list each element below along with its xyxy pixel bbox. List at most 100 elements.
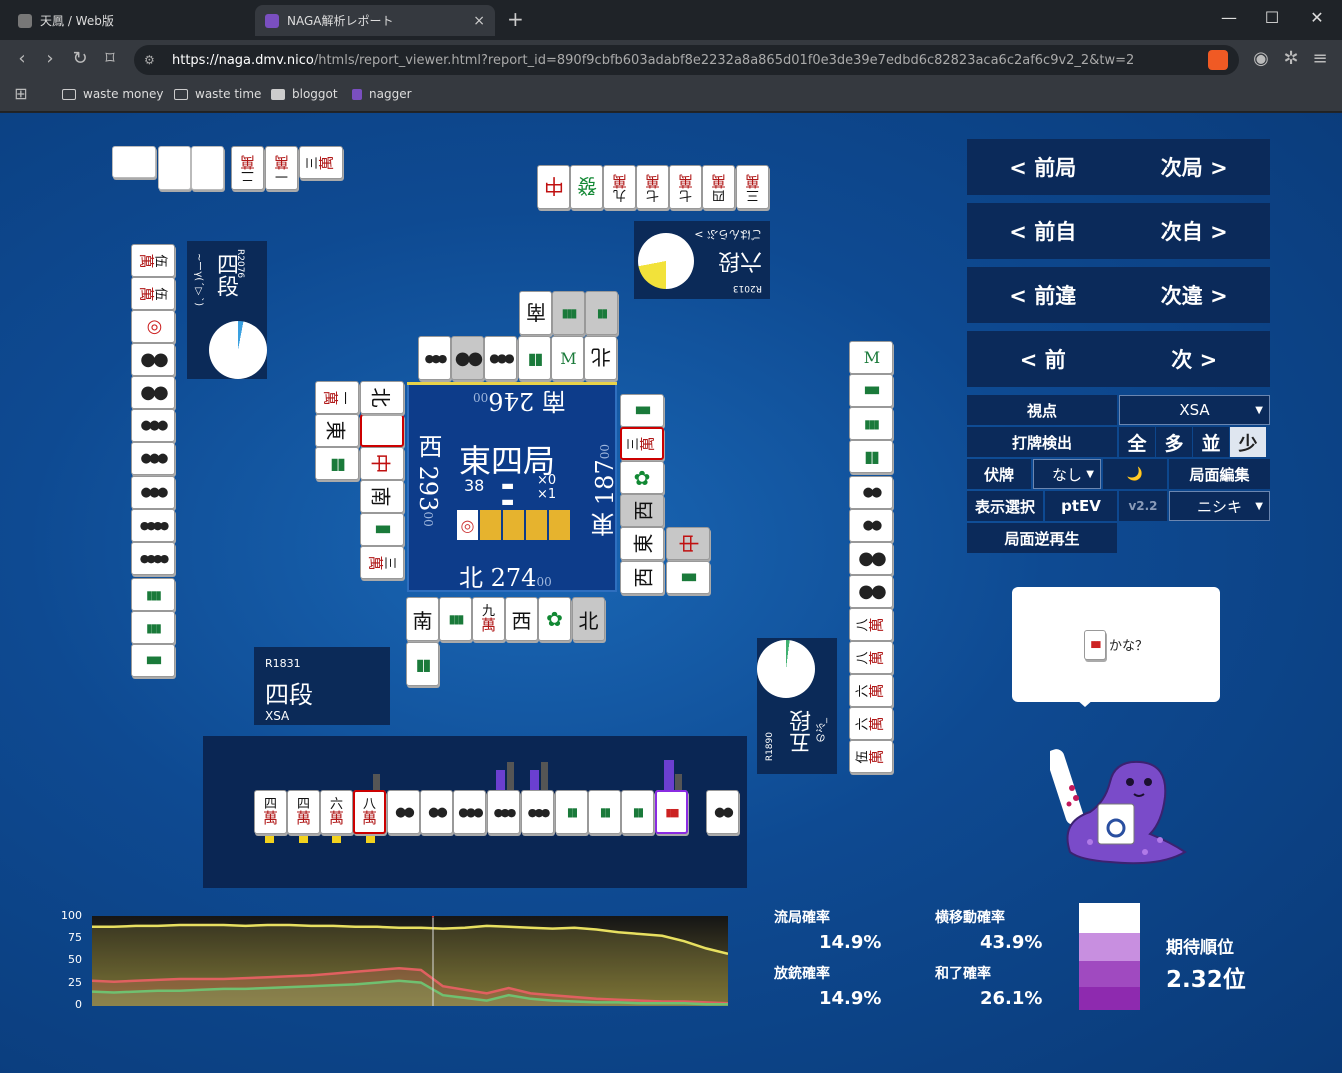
ryukyoku-label: 流局確率 (774, 910, 830, 926)
tab-tenhou[interactable]: 天鳳 / Web版 (8, 5, 248, 36)
bookmark-bloggot[interactable]: bloggot (271, 87, 338, 101)
chevron-down-icon: ▼ (1086, 468, 1094, 480)
hand-tile[interactable]: ▮▮ (621, 790, 654, 834)
new-tab-button[interactable]: + (507, 7, 524, 31)
y-tick: 0 (75, 998, 82, 1011)
bookmark-waste-money[interactable]: waste money (62, 87, 163, 101)
bookmark-waste-time[interactable]: waste time (174, 87, 261, 101)
river-tile: 南 (360, 480, 404, 513)
player-rating: R2013 (732, 283, 762, 293)
dora-hidden-tile (480, 510, 501, 540)
naga-mascot-icon (1050, 749, 1187, 865)
drawn-tile[interactable]: ●● (706, 790, 739, 834)
edit-board-button[interactable]: 局面編集 (1169, 459, 1270, 489)
prev-button[interactable]: < 前 (1020, 344, 1066, 374)
next-self-button[interactable]: 次自 > (1161, 216, 1228, 246)
tab-title: NAGA解析レポート (287, 14, 394, 28)
hand-tile[interactable]: 四萬 (287, 790, 320, 834)
tab-naga[interactable]: NAGA解析レポート × (255, 5, 495, 36)
eval-bar (675, 774, 682, 790)
brave-shield-icon[interactable] (1208, 50, 1228, 70)
dora-indicator: ◎ (457, 510, 572, 540)
close-tab-icon[interactable]: × (473, 13, 485, 29)
next-diff-button[interactable]: 次違 > (1161, 280, 1228, 310)
close-window-button[interactable]: ✕ (1303, 8, 1331, 27)
river-tile: 九萬 (472, 597, 505, 641)
detect-many-button[interactable]: 多 (1156, 427, 1192, 457)
prev-self-button[interactable]: < 前自 (1009, 216, 1076, 246)
opponent-hand-tile: 三萬 (736, 165, 769, 209)
diff-nav: < 前違 次違 > (967, 267, 1270, 323)
river-tile: ▮▮▮▮ (360, 513, 404, 546)
player-rank: 六段 (717, 248, 762, 273)
opponent-hand-tile: 七萬 (669, 165, 702, 209)
display-select-label: 表示選択 (967, 491, 1043, 521)
reverse-play-button[interactable]: 局面逆再生 (967, 523, 1117, 553)
forward-icon[interactable]: › (38, 48, 62, 69)
river-tile: ▮▮▮ (552, 291, 585, 335)
expected-rank-label: 期待順位 (1166, 938, 1234, 958)
hand-tile[interactable]: ●●● (453, 790, 486, 834)
detect-all-button[interactable]: 全 (1119, 427, 1155, 457)
bookmark-icon[interactable]: ⌑ (98, 48, 122, 69)
opponent-hand-tile: ●● (849, 509, 893, 542)
hand-tile[interactable]: ●●● (487, 790, 520, 834)
chevron-down-icon: ▼ (1255, 500, 1263, 512)
river-tile: ▮▮▮▮ (620, 394, 664, 427)
site-info-icon[interactable]: ⚙ (144, 53, 168, 67)
hand-tile[interactable]: ▮▮▮ (655, 790, 688, 834)
bookmark-nagger[interactable]: nagger (352, 87, 412, 101)
reload-icon[interactable]: ↻ (68, 48, 92, 69)
eval-bar (373, 774, 380, 790)
detect-few-button[interactable]: 少 (1230, 427, 1266, 457)
stick-counts: ×0 ×1 (537, 474, 556, 502)
opponent-hand-tile: ▮▮▮ (131, 611, 175, 644)
hand-tile[interactable]: ▮▮ (555, 790, 588, 834)
viewpoint-select[interactable]: XSA ▼ (1119, 395, 1270, 425)
apps-icon[interactable]: ⊞ (9, 84, 33, 103)
river-tile: 東 (620, 527, 664, 560)
seat-wind: 東 (591, 512, 619, 537)
menu-icon[interactable]: ≡ (1308, 48, 1332, 69)
prev-round-button[interactable]: < 前局 (1009, 152, 1076, 182)
minimize-button[interactable]: — (1215, 8, 1243, 27)
probability-chart[interactable] (92, 916, 728, 1006)
hand-tile[interactable]: 八萬 (353, 790, 386, 834)
river-tile: 西 (505, 597, 538, 641)
detect-label: 打牌検出 (967, 427, 1117, 457)
opponent-hand-tile: ▮▮ (849, 440, 893, 473)
extensions-icon[interactable]: ✲ (1279, 48, 1303, 69)
player-name: XSA (265, 709, 290, 723)
naga-speech-bubble: ▮▮▮ かな？ (1012, 587, 1220, 707)
nagger-favicon-icon (352, 88, 362, 100)
hand-tile[interactable]: ●● (420, 790, 453, 834)
maximize-button[interactable]: ☐ (1258, 8, 1286, 27)
hand-tile[interactable]: ▮▮ (588, 790, 621, 834)
prev-diff-button[interactable]: < 前違 (1009, 280, 1076, 310)
opponent-hand-tile: 八萬 (849, 608, 893, 641)
y-tick: 75 (68, 931, 82, 944)
url-field[interactable]: ⚙ https://naga.dmv.nico/htmls/report_vie… (134, 45, 1239, 75)
bubble-text: かな？ (1108, 639, 1148, 654)
dark-mode-toggle[interactable]: 🌙 (1103, 459, 1167, 489)
profile-icon[interactable]: ◉ (1249, 48, 1273, 69)
next-round-button[interactable]: 次局 > (1161, 152, 1228, 182)
yoko-label: 横移動確率 (935, 910, 1005, 926)
next-button[interactable]: 次 > (1171, 344, 1217, 374)
hand-tile[interactable]: 四萬 (254, 790, 287, 834)
y-tick: 25 (68, 976, 82, 989)
opponent-hand-tile: ▮▮▮▮ (131, 644, 175, 677)
river-tile: ✿ (620, 461, 664, 494)
river-tile: 中 (666, 527, 710, 560)
hand-tile[interactable]: ●●● (521, 790, 554, 834)
hide-select[interactable]: なし ▼ (1033, 459, 1101, 489)
ptev-button[interactable]: ptEV (1045, 491, 1117, 521)
seat-wind: 北 (459, 564, 483, 592)
eval-bar (664, 760, 674, 790)
hand-tile[interactable]: 六萬 (320, 790, 353, 834)
detect-normal-button[interactable]: 並 (1193, 427, 1229, 457)
hand-tile[interactable]: ●● (387, 790, 420, 834)
player-plate-top: R2013 六段 ごはんらぶ > (634, 221, 770, 299)
model-select[interactable]: ニシキ ▼ (1169, 491, 1270, 521)
back-icon[interactable]: ‹ (10, 48, 34, 69)
